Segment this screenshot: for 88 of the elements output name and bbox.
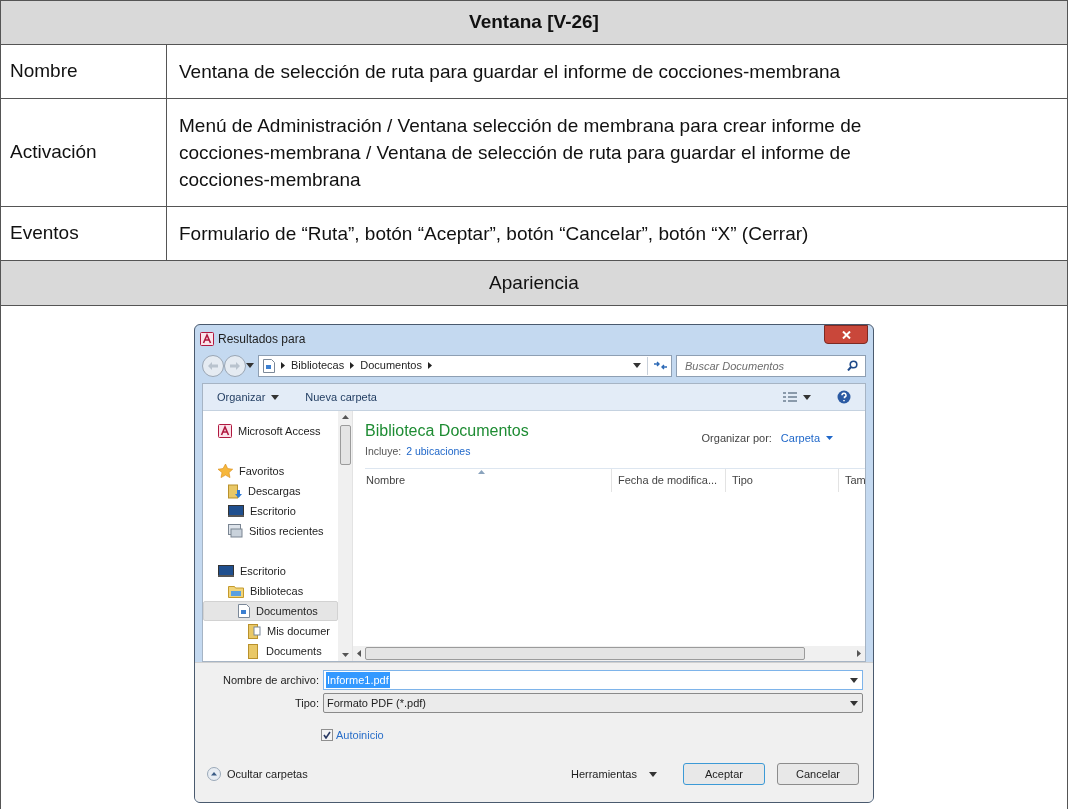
column-header[interactable]: Tipo — [725, 468, 838, 492]
download-folder-icon — [228, 483, 242, 499]
breadcrumb[interactable]: Bibliotecas — [291, 357, 345, 374]
forward-button[interactable] — [224, 354, 246, 377]
nav-item[interactable]: Favoritos — [203, 461, 338, 481]
arrange-label: Organizar por: — [701, 431, 772, 446]
caret-icon — [803, 394, 811, 400]
filetype-dropdown[interactable]: Formato PDF (*.pdf) — [323, 693, 863, 713]
arrow-left-icon — [208, 361, 218, 370]
field-label: Tipo: — [293, 695, 319, 711]
desktop-icon — [228, 505, 244, 517]
nav-item[interactable]: Documents — [203, 641, 338, 661]
collapse-icon — [207, 767, 221, 781]
arrow-right-icon — [230, 361, 240, 370]
nav-item[interactable]: Documentos — [203, 601, 338, 621]
desktop-icon — [218, 565, 234, 577]
dialog-button[interactable]: Aceptar — [683, 763, 765, 785]
document-icon — [263, 358, 275, 373]
star-icon — [218, 464, 233, 478]
caret-icon — [826, 436, 833, 441]
search-icon — [847, 359, 858, 371]
caret-icon — [850, 700, 858, 706]
nav-item[interactable]: Bibliotecas — [203, 581, 338, 601]
arrange-dropdown[interactable]: Carpeta — [780, 430, 833, 447]
chevron-right-icon — [427, 362, 432, 369]
row-value: Ventana de selección de ruta para guardar el informe de cocciones-membrana — [179, 60, 842, 84]
window-title: Resultados para — [218, 330, 306, 348]
scrollbar-thumb[interactable] — [339, 425, 351, 465]
close-button[interactable] — [824, 325, 868, 344]
dialog-button[interactable]: Cancelar — [777, 763, 859, 785]
scroll-left-icon — [357, 650, 361, 657]
filename-value: Informe1.pdf — [326, 671, 390, 689]
chevron-right-icon — [350, 362, 355, 369]
table-title: Ventana [V-26] — [1, 1, 1067, 45]
toolbar-button[interactable]: Nueva carpeta — [305, 388, 377, 406]
row-value: Menú de Administración / Ventana selección de membrana para crear informe de cocciones-membrana / Ventana de selección de ruta para guardar el informe de cocciones-membrana — [179, 114, 863, 192]
scroll-down-icon — [341, 653, 349, 657]
horizontal-scrollbar[interactable] — [353, 646, 865, 661]
address-bar[interactable]: Bibliotecas Documentos — [258, 354, 672, 377]
back-button[interactable] — [202, 354, 224, 377]
nav-item[interactable]: Mis documer — [203, 621, 338, 641]
checkbox-label: Autoinicio — [336, 727, 384, 743]
document-folder-icon — [248, 623, 261, 639]
history-caret-icon — [246, 363, 254, 368]
hide-folders-button[interactable]: Ocultar carpetas — [207, 765, 308, 783]
help-icon[interactable] — [837, 390, 851, 404]
nav-item[interactable]: Sitios recientes — [203, 521, 338, 541]
autostart-checkbox[interactable] — [321, 729, 333, 741]
search-field[interactable]: Buscar Documentos — [676, 354, 866, 377]
row-label: Nombre — [1, 45, 167, 98]
caret-icon — [649, 771, 657, 777]
locations-link[interactable]: 2 ubicaciones — [406, 444, 471, 460]
row-label: Activación — [1, 99, 167, 206]
caret-icon — [271, 394, 280, 400]
check-icon — [323, 731, 331, 739]
caret-icon — [850, 677, 858, 683]
includes-label: Incluye: — [365, 444, 402, 459]
nav-item[interactable]: Microsoft Access — [203, 421, 338, 441]
section-heading: Apariencia — [1, 261, 1067, 306]
column-header[interactable]: Nombre — [365, 468, 611, 492]
column-header[interactable]: Tam — [838, 468, 865, 492]
row-label: Eventos — [1, 207, 167, 260]
sort-arrow-icon — [478, 469, 485, 474]
vertical-scrollbar[interactable] — [338, 411, 352, 661]
library-folder-icon — [228, 584, 244, 598]
scrollbar-thumb[interactable] — [365, 647, 805, 660]
nav-item[interactable]: Escritorio — [203, 501, 338, 521]
column-header[interactable]: Fecha de modifica... — [611, 468, 725, 492]
nav-item[interactable]: Escritorio — [203, 561, 338, 581]
app-icon — [218, 424, 232, 438]
library-heading: Biblioteca Documentos — [365, 421, 529, 441]
breadcrumb[interactable]: Documentos — [360, 357, 422, 374]
recent-places-icon — [228, 524, 243, 538]
row-value: Formulario de “Ruta”, botón “Aceptar”, botón “Cancelar”, botón “X” (Cerrar) — [179, 222, 810, 246]
close-icon — [841, 330, 851, 339]
toolbar-button[interactable]: Organizar — [217, 388, 280, 406]
dropdown-caret-icon — [633, 363, 641, 368]
chevron-right-icon — [281, 362, 285, 369]
scroll-right-icon — [857, 650, 861, 657]
document-icon — [238, 604, 250, 618]
field-label: Nombre de archivo: — [222, 672, 319, 688]
tools-menu[interactable]: Herramientas — [570, 765, 657, 783]
scroll-up-icon — [341, 415, 349, 419]
refresh-icon[interactable] — [654, 361, 667, 370]
folder-icon — [248, 643, 260, 659]
view-options-icon[interactable] — [783, 391, 797, 403]
nav-item[interactable]: Descargas — [203, 481, 338, 501]
app-icon — [200, 331, 214, 346]
